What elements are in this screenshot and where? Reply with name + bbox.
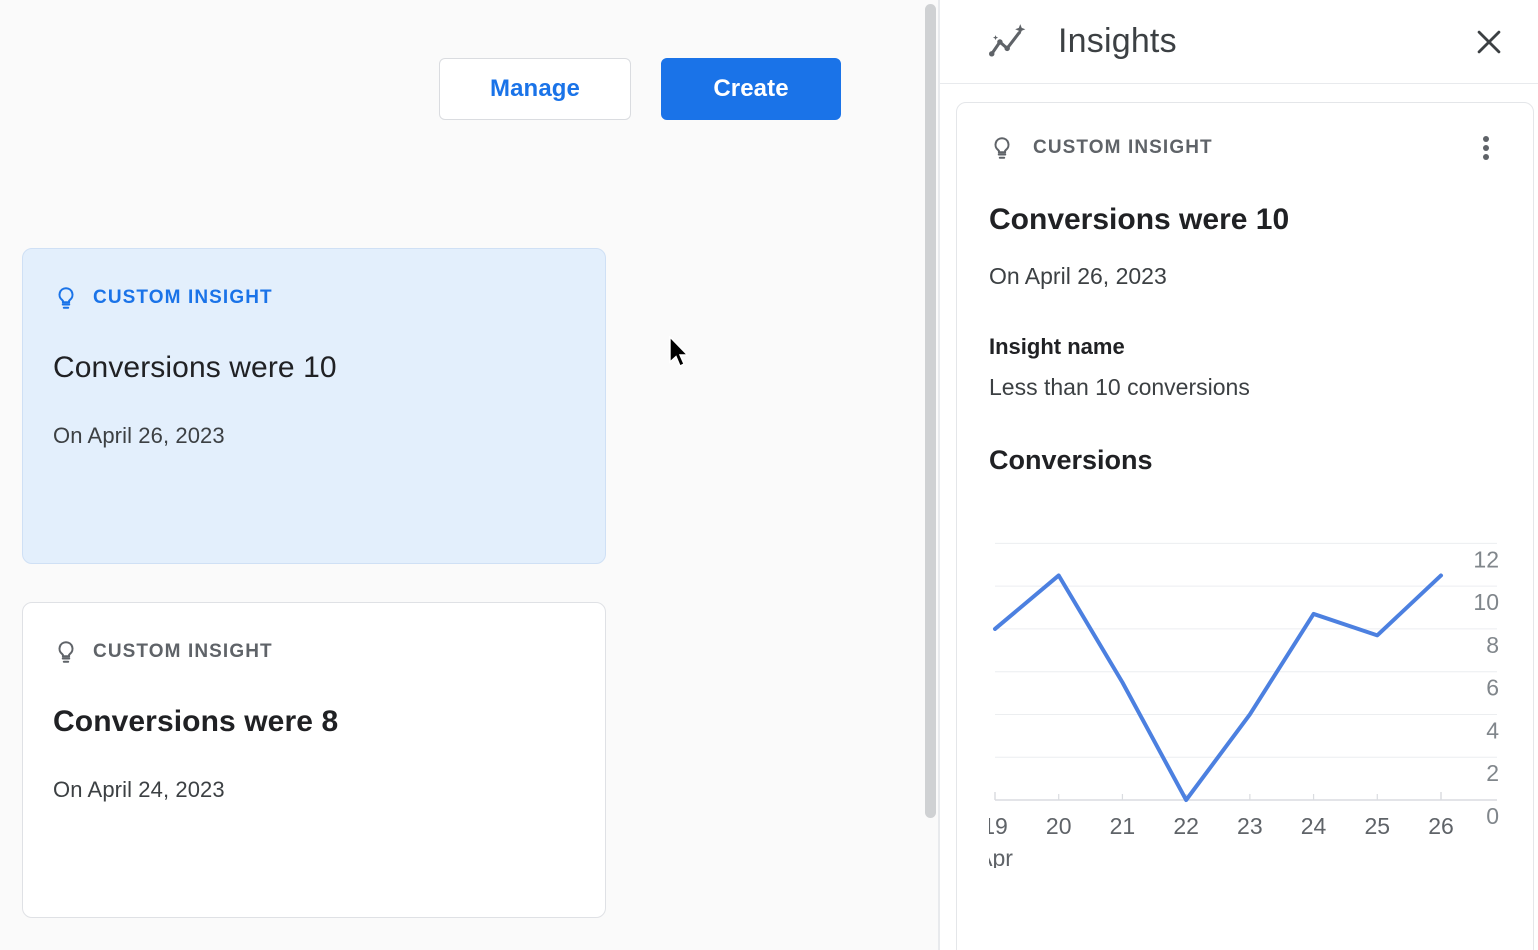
svg-text:8: 8 (1486, 632, 1499, 658)
svg-text:0: 0 (1486, 803, 1499, 829)
insights-list-pane: Manage Create CUSTOM INSIGHT Conversions… (0, 0, 940, 950)
insights-panel-header: Insights (940, 0, 1538, 84)
lightbulb-icon (989, 133, 1015, 163)
conversions-chart: 1210864201920212223242526Apr (989, 508, 1503, 868)
svg-text:4: 4 (1486, 717, 1499, 743)
svg-text:6: 6 (1486, 675, 1499, 701)
svg-text:22: 22 (1173, 813, 1199, 839)
svg-text:21: 21 (1110, 813, 1136, 839)
panel-title: Insights (1058, 22, 1466, 61)
kebab-dot (1483, 136, 1489, 142)
insight-name-value: Less than 10 conversions (989, 374, 1501, 401)
insight-card-selected[interactable]: CUSTOM INSIGHT Conversions were 10 On Ap… (22, 248, 606, 564)
svg-text:Apr: Apr (989, 845, 1013, 868)
insight-card-date: On April 26, 2023 (53, 423, 575, 449)
lightbulb-icon (53, 637, 79, 667)
insight-card[interactable]: CUSTOM INSIGHT Conversions were 8 On Apr… (22, 602, 606, 918)
create-button[interactable]: Create (661, 58, 841, 120)
manage-button[interactable]: Manage (439, 58, 631, 120)
mouse-cursor (668, 336, 690, 370)
list-scrollbar[interactable] (925, 4, 936, 818)
detail-title: Conversions were 10 (989, 203, 1501, 237)
detail-date: On April 26, 2023 (989, 263, 1501, 290)
svg-text:23: 23 (1237, 813, 1263, 839)
svg-text:2: 2 (1486, 760, 1499, 786)
insights-toolbar: Manage Create (0, 58, 905, 120)
insight-card-title: Conversions were 10 (53, 351, 575, 385)
svg-text:26: 26 (1428, 813, 1454, 839)
insight-card-label: CUSTOM INSIGHT (93, 287, 273, 309)
insight-card-header: CUSTOM INSIGHT (53, 283, 575, 313)
insight-card-header: CUSTOM INSIGHT (53, 637, 575, 667)
insight-card-date: On April 24, 2023 (53, 777, 575, 803)
svg-text:20: 20 (1046, 813, 1072, 839)
svg-text:12: 12 (1473, 546, 1499, 572)
svg-text:19: 19 (989, 813, 1008, 839)
detail-card-header: CUSTOM INSIGHT (989, 131, 1501, 165)
detail-card-label: CUSTOM INSIGHT (1033, 137, 1471, 159)
chart-title: Conversions (989, 445, 1501, 476)
svg-text:10: 10 (1473, 589, 1499, 615)
insight-card-title: Conversions were 8 (53, 705, 575, 739)
insight-card-label: CUSTOM INSIGHT (93, 641, 273, 663)
close-icon[interactable] (1466, 19, 1512, 65)
insight-detail-card: CUSTOM INSIGHT Conversions were 10 On Ap… (956, 102, 1534, 950)
svg-text:24: 24 (1301, 813, 1327, 839)
kebab-dot (1483, 154, 1489, 160)
lightbulb-icon (53, 283, 79, 313)
svg-text:25: 25 (1364, 813, 1390, 839)
insight-name-label: Insight name (989, 334, 1501, 360)
more-vert-icon[interactable] (1471, 131, 1501, 165)
insights-screen: Manage Create CUSTOM INSIGHT Conversions… (0, 0, 1538, 950)
insight-card-list: CUSTOM INSIGHT Conversions were 10 On Ap… (22, 248, 606, 950)
kebab-dot (1483, 145, 1489, 151)
conversions-line-chart: 1210864201920212223242526Apr (989, 508, 1503, 868)
insights-detail-pane: Insights CUSTOM INSIGHT (940, 0, 1538, 950)
insights-trend-icon (986, 22, 1032, 62)
